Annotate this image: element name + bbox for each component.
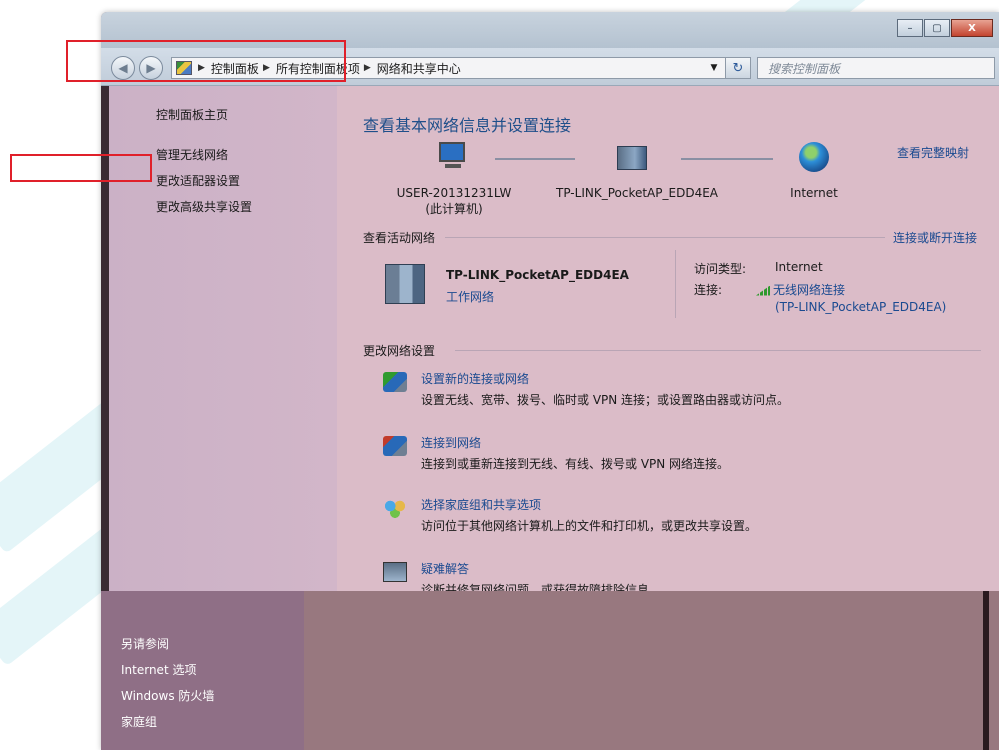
sidebar-item-advanced-sharing[interactable]: 更改高级共享设置 xyxy=(156,198,252,215)
task-description: 连接到或重新连接到无线、有线、拨号或 VPN 网络连接。 xyxy=(421,457,730,471)
refresh-button[interactable]: ↻ xyxy=(725,57,751,79)
sidebar-item-adapter-settings[interactable]: 更改适配器设置 xyxy=(156,172,240,189)
address-dropdown-icon[interactable]: ▼ xyxy=(703,58,725,78)
homegroup-icon xyxy=(383,498,407,518)
caption-buttons: – ▢ X xyxy=(897,19,993,37)
wireless-connection-link[interactable]: 无线网络连接 xyxy=(756,281,845,298)
map-connector-line xyxy=(681,158,773,160)
network-setup-icon xyxy=(383,372,407,392)
connection-detail-link[interactable]: (TP-LINK_PocketAP_EDD4EA) xyxy=(775,300,946,314)
task-description: 访问位于其他网络计算机上的文件和打印机，或更改共享设置。 xyxy=(421,519,758,533)
breadcrumb-separator-icon: ▶ xyxy=(363,63,371,73)
see-also-internet-options[interactable]: Internet 选项 xyxy=(121,661,196,678)
highlight-box-adapter-settings xyxy=(10,154,152,182)
node-label-computer: USER-20131231LW (此计算机) xyxy=(396,186,512,216)
maximize-button[interactable]: ▢ xyxy=(924,19,950,37)
section-divider xyxy=(445,237,885,238)
breadcrumb-network-center[interactable]: 网络和共享中心 xyxy=(377,60,461,77)
computer-icon xyxy=(433,142,469,170)
access-type-label: 访问类型: xyxy=(694,262,747,276)
homegroup-sharing-link[interactable]: 选择家庭组和共享选项 xyxy=(421,496,541,513)
connect-disconnect-link[interactable]: 连接或断开连接 xyxy=(893,229,977,246)
minimize-button[interactable]: – xyxy=(897,19,923,37)
see-also-firewall[interactable]: Windows 防火墙 xyxy=(121,687,214,704)
see-also-pane: 另请参阅 Internet 选项 Windows 防火墙 家庭组 xyxy=(101,591,304,750)
network-sharing-center-window: – ▢ X ◀ ▶ ▶ 控制面板 ▶ 所有控制面板项 ▶ 网络和共享中心 ▼ ↻… xyxy=(101,12,999,750)
view-full-map-link[interactable]: 查看完整映射 xyxy=(897,144,969,161)
router-icon xyxy=(617,146,647,170)
section-divider xyxy=(455,350,981,351)
see-also-homegroup[interactable]: 家庭组 xyxy=(121,713,157,730)
content-area: 控制面板主页 管理无线网络 更改适配器设置 更改高级共享设置 查看基本网络信息并… xyxy=(101,86,999,750)
empty-lower-area xyxy=(304,591,999,750)
task-description: 设置无线、宽带、拨号、临时或 VPN 连接；或设置路由器或访问点。 xyxy=(421,393,790,407)
setup-connection-link[interactable]: 设置新的连接或网络 xyxy=(421,370,529,387)
network-building-icon xyxy=(385,264,425,304)
map-connector-line xyxy=(495,158,575,160)
access-type-value: Internet xyxy=(775,260,823,274)
highlight-box-address-bar xyxy=(66,40,346,82)
network-type-link[interactable]: 工作网络 xyxy=(446,288,494,305)
connect-network-icon xyxy=(383,436,407,456)
change-settings-heading: 更改网络设置 xyxy=(363,344,436,358)
close-button[interactable]: X xyxy=(951,19,993,37)
active-network-name: TP-LINK_PocketAP_EDD4EA xyxy=(446,268,629,282)
active-networks-heading: 查看活动网络 xyxy=(363,231,436,245)
search-input[interactable]: 搜索控制面板 xyxy=(757,57,995,79)
node-label-internet: Internet xyxy=(790,186,838,200)
sidebar-item-home[interactable]: 控制面板主页 xyxy=(156,106,228,123)
node-label-router: TP-LINK_PocketAP_EDD4EA xyxy=(556,186,718,200)
troubleshoot-link[interactable]: 疑难解答 xyxy=(421,560,469,577)
sidebar-item-manage-wireless[interactable]: 管理无线网络 xyxy=(156,146,228,163)
page-title: 查看基本网络信息并设置连接 xyxy=(363,116,572,135)
vertical-divider xyxy=(675,250,676,318)
troubleshoot-icon xyxy=(383,562,407,582)
globe-icon xyxy=(799,142,829,172)
see-also-heading: 另请参阅 xyxy=(121,637,170,651)
main-panel: 查看基本网络信息并设置连接 查看完整映射 USER-20131231LW (此计… xyxy=(349,86,989,597)
connection-label: 连接: xyxy=(694,283,723,297)
wifi-signal-icon xyxy=(756,285,770,296)
refresh-icon: ↻ xyxy=(732,60,744,76)
window-edge-shadow xyxy=(983,591,989,750)
connect-to-network-link[interactable]: 连接到网络 xyxy=(421,434,481,451)
